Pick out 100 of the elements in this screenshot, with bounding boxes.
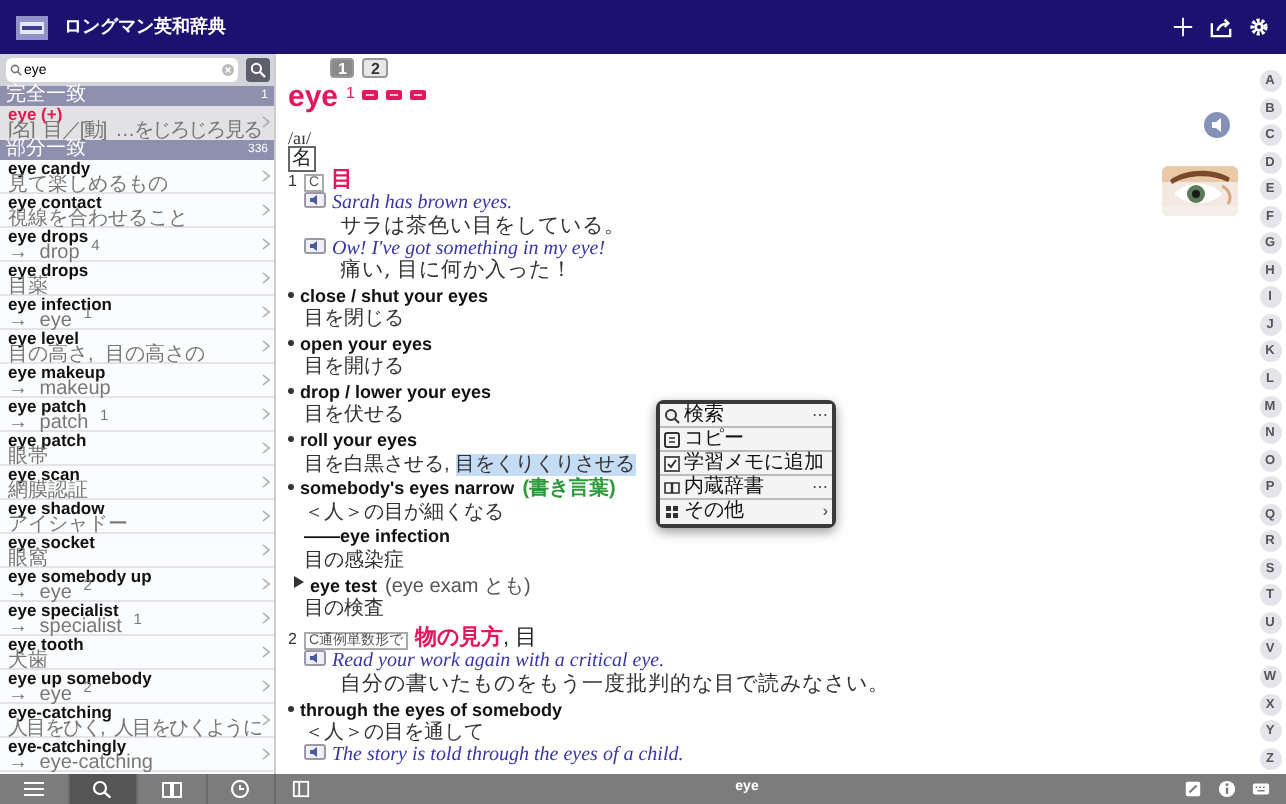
result-item[interactable]: eye patch 眼帯 [0,432,274,466]
result-item[interactable]: eye-catching 人目をひく, 人目をひくように [0,704,274,738]
chevron-icon [262,272,270,284]
chevron-icon [262,646,270,658]
result-gloss: 人目をひく, 人目をひくように [8,719,262,737]
chevron-icon [262,476,270,488]
result-term: eye makeup [8,363,106,379]
level-tag-icon [410,90,427,100]
result-item[interactable]: eye drops 目薬 [0,262,274,296]
add-icon[interactable] [1172,16,1194,38]
result-item[interactable]: eye somebody up → eye $^{2}$ [0,568,274,602]
part-of-speech: 名 [288,146,316,172]
result-gloss: 見て楽しめるもの [8,175,170,193]
chevron-icon [262,578,270,590]
menu-item[interactable]: その他 › [660,500,832,524]
result-item[interactable]: eye scan 網膜認証 [0,466,274,500]
checkbox-icon [664,455,680,471]
search-button[interactable] [246,58,270,82]
phrase: close / shut your eyes [300,285,489,306]
result-term: eye drops [8,261,91,277]
result-term: eye patch [8,397,87,413]
result-term: eye contact [8,193,102,209]
result-term: eye-catchingly [8,737,127,753]
menu-item[interactable]: 内蔵辞書 ⋯ [660,476,832,500]
note-icon[interactable] [1184,780,1202,798]
level-tag-icon [386,90,403,100]
sidebar-toggle-icon[interactable] [292,780,310,798]
result-gloss: → eye $^{1}$ [8,311,92,329]
speaker-button[interactable] [304,237,326,254]
chevron-icon [262,306,270,318]
menu-item-more: ⋯ [812,403,828,427]
usage-note: (書き言葉) [522,478,616,501]
keyboard-icon[interactable] [1252,780,1270,798]
selected-text[interactable]: 目をくりくりさせる [455,453,636,476]
result-gloss: → eye $^{2}$ [8,583,92,601]
speaker-button[interactable] [304,743,326,760]
result-item[interactable]: eye shadow アイシャドー [0,500,274,534]
result-gloss: → patch $^{1}$ [8,413,111,431]
result-item[interactable]: eye makeup → makeup [0,364,274,398]
result-term: eye scan [8,465,80,481]
phrase-translation: 目を白黒させる, [304,453,452,476]
result-item[interactable]: eye-catchingly → eye-catching [0,738,274,772]
settings-icon[interactable] [1248,16,1270,38]
sense-gloss: 目 [331,168,354,192]
result-item[interactable]: eye specialist → specialist $^{1}$ [0,602,274,636]
chevron-icon [262,238,270,250]
phrase: ——eye infection [304,526,451,547]
result-gloss: 目薬 [8,277,48,295]
sense-gloss: 物の見方 [415,626,504,651]
result-item[interactable]: eye socket 眼窩 [0,534,274,568]
phrase-translation: 目を開ける [304,356,404,379]
page-tab[interactable]: 1 [330,58,355,78]
result-item[interactable]: eye (+) [名] 目／[動] …をじろじろ見る [0,106,274,140]
phrase: through the eyes of somebody [300,699,563,720]
speaker-button[interactable] [304,192,326,209]
result-term: eye-catching [8,703,114,719]
phrase: roll your eyes [300,430,418,451]
chevron-icon [262,116,270,128]
result-gloss: アイシャドー [8,515,130,533]
phrase-translation: ＜人＞の目が細くなる [304,501,504,524]
result-item[interactable]: eye candy 見て楽しめるもの [0,160,274,194]
result-term: eye drops [8,227,91,243]
result-gloss: 犬歯 [8,651,48,669]
info-icon[interactable] [1218,780,1236,798]
result-gloss: → eye $^{2}$ [8,685,92,703]
speaker-button[interactable] [304,650,326,667]
chevron-icon [262,442,270,454]
search-icon [10,64,22,76]
example-sentence: Ow! I've got something in my eye! [332,237,606,260]
book-icon [664,479,680,495]
result-gloss: 眼窩 [8,549,48,567]
result-item[interactable]: eye contact 視線を合わせること [0,194,274,228]
result-gloss: → drop $^{4}$ [8,243,102,261]
result-gloss: 網膜認証 [8,481,90,499]
example-translation: 自分の書いたものをもう一度批判的な目で読みなさい。 [338,671,890,696]
result-term: eye level [8,329,79,345]
example-sentence: The story is told through the eyes of a child. [332,744,684,767]
result-term: eye somebody up [8,567,154,583]
menu-item[interactable]: 検索 ⋯ [660,404,832,428]
result-item[interactable]: eye infection → eye $^{1}$ [0,296,274,330]
example-sentence: Sarah has brown eyes. [332,192,513,215]
speaker-button[interactable] [1204,112,1230,138]
bullet-icon [288,484,294,491]
result-item[interactable]: eye level 目の高さ, 目の高さの [0,330,274,364]
logo-icon [16,15,48,39]
usage-note: (eye exam とも) [385,575,531,598]
tab[interactable] [69,774,138,804]
menu-item-more: › [822,500,828,524]
result-item[interactable]: eye tooth 犬歯 [0,636,274,670]
share-icon[interactable] [1210,16,1232,38]
result-item[interactable]: eye drops → drop $^{4}$ [0,228,274,262]
menu-item[interactable]: コピー [660,428,832,452]
menu-item[interactable]: 学習メモに追加 [660,452,832,476]
chevron-icon [262,408,270,420]
result-item[interactable]: eye up somebody → eye $^{2}$ [0,670,274,704]
result-gloss: 視線を合わせること [8,209,190,227]
page-tab[interactable]: 2 [362,58,388,78]
result-item[interactable]: eye patch → patch $^{1}$ [0,398,274,432]
chevron-icon [262,374,270,386]
chevron-icon [262,612,270,624]
